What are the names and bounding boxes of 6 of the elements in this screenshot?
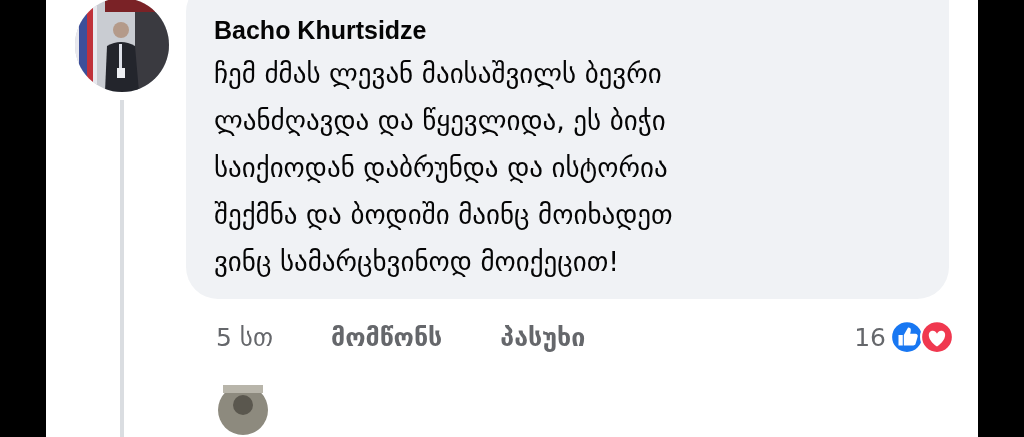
action-link[interactable]: მომწონს [330,322,443,352]
timestamp[interactable]: 5 სთ [216,322,273,352]
reaction-count[interactable]: 16 [854,322,894,352]
comment-text: ჩემ ძმას ლევან მაისაშვილს ბევრი ლანძღავდა და წყევლიდა, ეს ბიჭი საიქიოდან დაბრუნდა და ისტორია შექმნა და ბოდიში მაინც მოიხადეთ ვინც სამარცხვინოდ მოიქეცით! [214,57,674,279]
author-name[interactable]: Bacho Khurtsidze [214,14,929,46]
action-link[interactable]: პასუხი [500,322,586,352]
